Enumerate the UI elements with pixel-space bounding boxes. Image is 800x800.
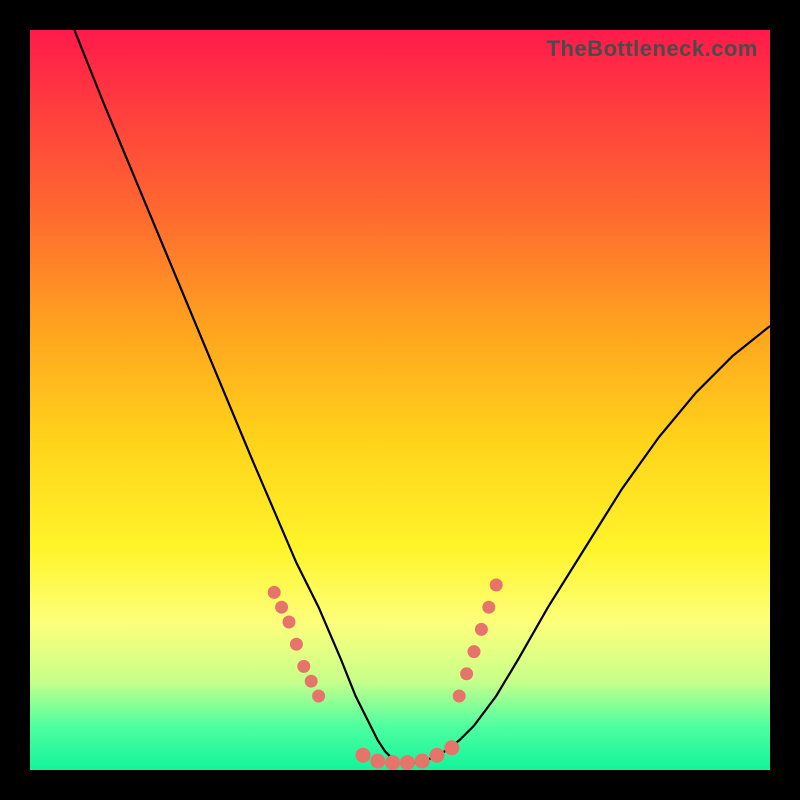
marker-dot <box>371 754 385 768</box>
marker-dot <box>483 601 495 613</box>
marker-dot <box>268 586 280 598</box>
marker-dot <box>475 623 487 635</box>
marker-dot <box>400 756 414 770</box>
marker-dot <box>313 690 325 702</box>
curve-markers <box>268 579 502 770</box>
chart-frame: TheBottleneck.com <box>0 0 800 800</box>
marker-dot <box>445 741 459 755</box>
marker-dot <box>386 756 400 770</box>
marker-dot <box>453 690 465 702</box>
marker-dot <box>415 754 429 768</box>
marker-dot <box>283 616 295 628</box>
marker-dot <box>305 675 317 687</box>
marker-dot <box>461 668 473 680</box>
marker-dot <box>490 579 502 591</box>
marker-dot <box>290 638 302 650</box>
marker-dot <box>276 601 288 613</box>
marker-dot <box>468 646 480 658</box>
marker-dot <box>430 748 444 762</box>
curve-line <box>74 30 770 763</box>
chart-plot-area: TheBottleneck.com <box>30 30 770 770</box>
marker-dot <box>298 660 310 672</box>
marker-dot <box>356 748 370 762</box>
bottleneck-curve <box>30 30 770 770</box>
